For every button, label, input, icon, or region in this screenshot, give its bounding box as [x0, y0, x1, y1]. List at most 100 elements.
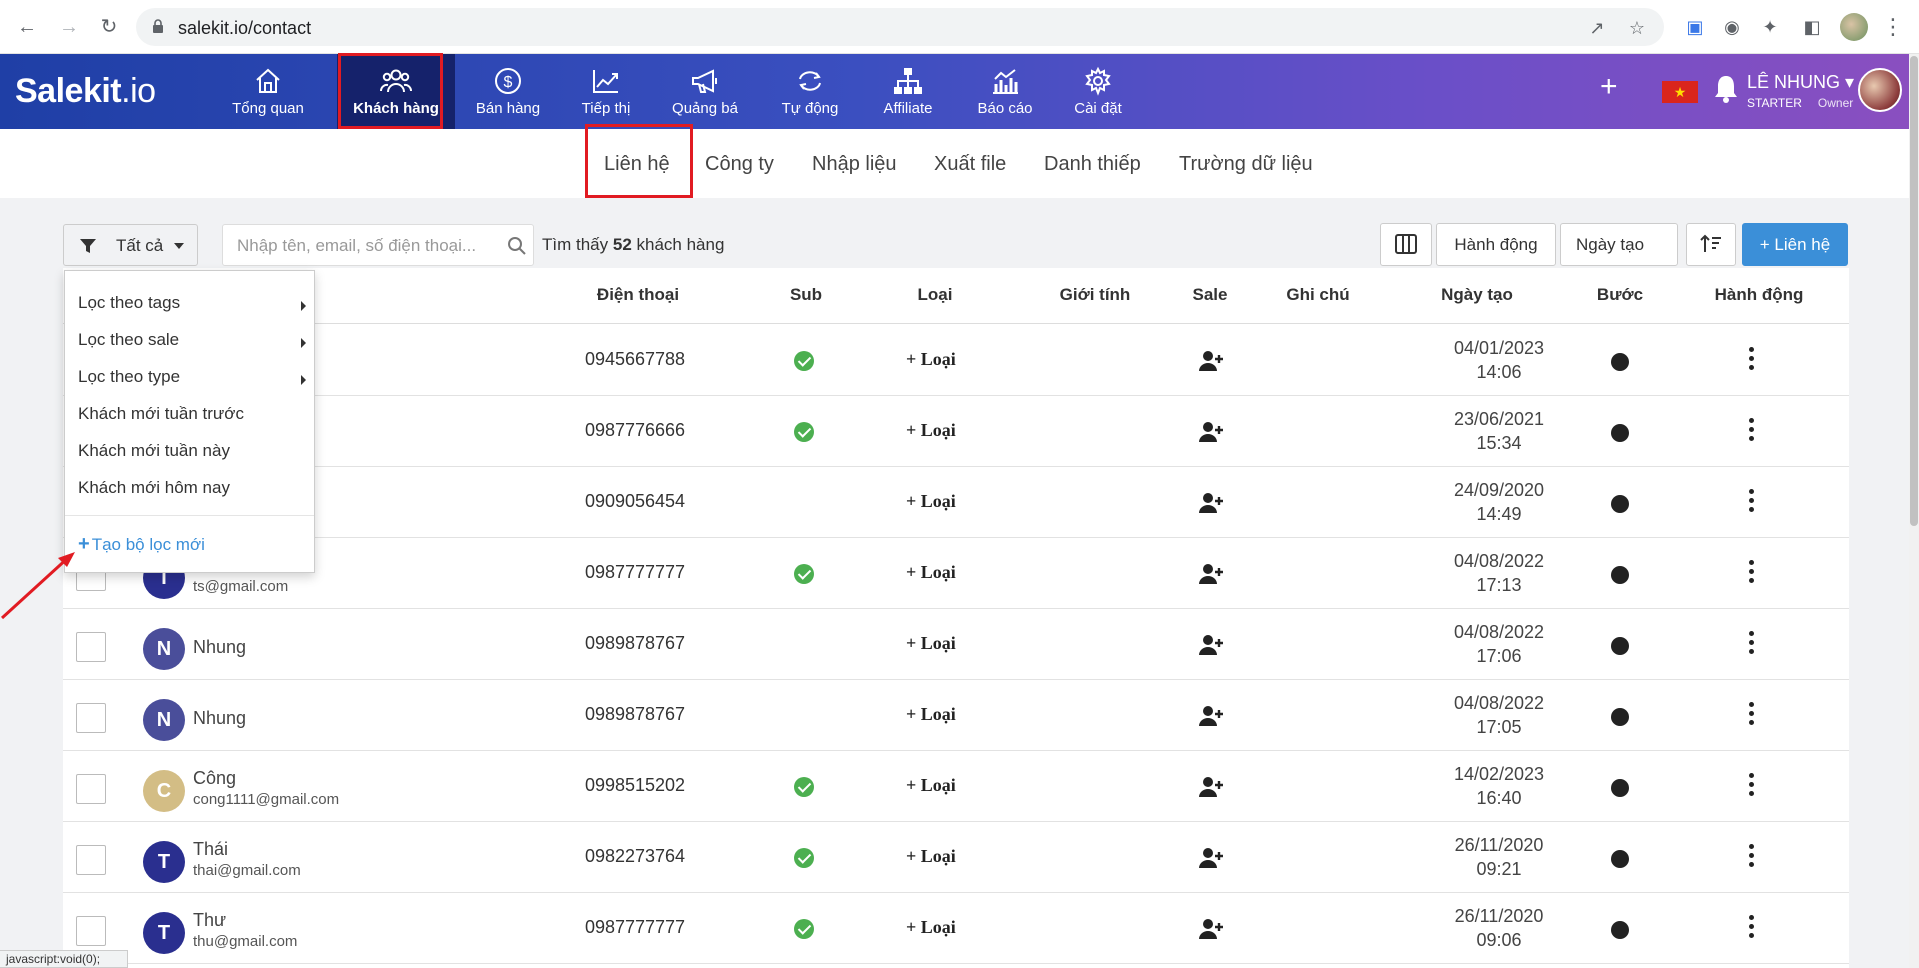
more-options-icon[interactable]	[1749, 347, 1755, 373]
vietnam-flag-icon[interactable]: ★	[1662, 81, 1698, 103]
reload-icon[interactable]: ↻	[96, 14, 122, 40]
table-row[interactable]: N Nhung 0989878767 + Loại 04/08/2022 17:06	[63, 609, 1849, 680]
table-row[interactable]: ail.com0945667788+ Loại04/01/202314:06	[63, 325, 1849, 396]
add-type-button[interactable]: + Loại	[906, 633, 956, 654]
add-type-button[interactable]: + Loại	[906, 420, 956, 441]
bell-icon[interactable]	[1712, 72, 1740, 106]
scrollbar-thumb[interactable]	[1910, 56, 1918, 526]
add-user-icon[interactable]	[1198, 563, 1224, 585]
columns-button[interactable]	[1380, 223, 1432, 266]
avatar[interactable]: C	[143, 770, 185, 812]
avatar[interactable]: N	[143, 699, 185, 741]
avatar[interactable]: T	[143, 841, 185, 883]
search-icon[interactable]	[507, 236, 527, 256]
nav-quang-ba[interactable]: Quảng bá	[655, 54, 755, 129]
table-row[interactable]: N Nhung 0989878767 + Loại 04/08/2022 17:05	[63, 680, 1849, 751]
more-options-icon[interactable]	[1749, 418, 1755, 444]
step-dot[interactable]	[1611, 850, 1629, 868]
row-checkbox[interactable]	[76, 845, 106, 875]
add-user-icon[interactable]	[1198, 421, 1224, 443]
menu-item-filter-tags[interactable]: Lọc theo tags	[78, 293, 180, 313]
more-options-icon[interactable]	[1749, 773, 1755, 799]
more-options-icon[interactable]	[1749, 702, 1755, 728]
col-note[interactable]: Ghi chú	[1286, 285, 1349, 305]
add-user-icon[interactable]	[1198, 847, 1224, 869]
step-dot[interactable]	[1611, 495, 1629, 513]
search-input[interactable]	[237, 235, 497, 257]
menu-item-today[interactable]: Khách mới hôm nay	[78, 478, 230, 498]
browser-profile-avatar[interactable]	[1840, 13, 1868, 41]
menu-item-filter-sale[interactable]: Lọc theo sale	[78, 330, 179, 350]
table-row[interactable]: C Công cong1111@gmail.com 0998515202 + Loại 1…	[63, 751, 1849, 822]
tab-cong-ty[interactable]: Công ty	[705, 153, 774, 176]
more-options-icon[interactable]	[1749, 489, 1755, 515]
menu-item-this-week[interactable]: Khách mới tuần này	[78, 441, 230, 461]
forward-icon[interactable]: →	[56, 14, 82, 40]
add-icon[interactable]: +	[1600, 72, 1618, 102]
more-options-icon[interactable]	[1749, 844, 1755, 870]
tab-xuat-file[interactable]: Xuất file	[934, 153, 1006, 176]
share-icon[interactable]: ↗	[1586, 17, 1608, 39]
add-user-icon[interactable]	[1198, 918, 1224, 940]
add-type-button[interactable]: + Loại	[906, 846, 956, 867]
col-created[interactable]: Ngày tạo	[1441, 285, 1513, 305]
add-user-icon[interactable]	[1198, 776, 1224, 798]
row-checkbox[interactable]	[76, 632, 106, 662]
row-checkbox[interactable]	[76, 703, 106, 733]
browser-menu-icon[interactable]: ⋮	[1882, 14, 1904, 40]
row-checkbox[interactable]	[76, 916, 106, 946]
back-icon[interactable]: ←	[14, 14, 40, 40]
camera-icon[interactable]: ◉	[1720, 15, 1744, 39]
add-user-icon[interactable]	[1198, 492, 1224, 514]
table-row[interactable]: Tts@gmail.com 0987777777 + Loại 04/08/2022 1…	[63, 538, 1849, 609]
user-name[interactable]: LÊ NHUNG ▾	[1747, 72, 1854, 93]
add-user-icon[interactable]	[1198, 350, 1224, 372]
menu-item-last-week[interactable]: Khách mới tuần trước	[78, 404, 244, 424]
col-step[interactable]: Bước	[1597, 285, 1643, 305]
tab-truong-du-lieu[interactable]: Trường dữ liệu	[1179, 153, 1313, 176]
tab-nhap-lieu[interactable]: Nhập liệu	[812, 153, 897, 176]
address-bar[interactable]: salekit.io/contact ↗ ☆	[136, 8, 1664, 46]
add-type-button[interactable]: + Loại	[906, 491, 956, 512]
col-action[interactable]: Hành động	[1715, 285, 1804, 305]
puzzle-icon[interactable]: ✦	[1758, 15, 1782, 39]
add-contact-button[interactable]: + Liên hệ	[1742, 223, 1848, 266]
add-type-button[interactable]: + Loại	[906, 917, 956, 938]
add-type-button[interactable]: + Loại	[906, 775, 956, 796]
more-options-icon[interactable]	[1749, 915, 1755, 941]
step-dot[interactable]	[1611, 921, 1629, 939]
step-dot[interactable]	[1611, 424, 1629, 442]
filter-button[interactable]: Tất cả	[63, 224, 198, 266]
step-dot[interactable]	[1611, 637, 1629, 655]
contact-name[interactable]: Nhung	[193, 637, 246, 658]
nav-tiep-thi[interactable]: Tiếp thị	[556, 54, 656, 129]
sort-select[interactable]: Ngày tạo	[1560, 223, 1678, 266]
step-dot[interactable]	[1611, 708, 1629, 726]
step-dot[interactable]	[1611, 566, 1629, 584]
user-avatar[interactable]	[1858, 68, 1902, 112]
table-row[interactable]: om0987776666+ Loại23/06/202115:34	[63, 396, 1849, 467]
nav-bao-cao[interactable]: Báo cáo	[955, 54, 1055, 129]
col-gender[interactable]: Giới tính	[1060, 285, 1131, 305]
bookmark-star-icon[interactable]: ☆	[1626, 17, 1648, 39]
nav-tu-dong[interactable]: Tự động	[760, 54, 860, 129]
extension-icon[interactable]: ▣	[1683, 15, 1707, 39]
add-user-icon[interactable]	[1198, 634, 1224, 656]
table-row[interactable]: 0909056454 + Loại 24/09/2020 14:49	[63, 467, 1849, 538]
more-options-icon[interactable]	[1749, 560, 1755, 586]
sidepanel-icon[interactable]: ◧	[1800, 15, 1824, 39]
page-scrollbar[interactable]	[1909, 54, 1919, 968]
nav-affiliate[interactable]: Affiliate	[858, 54, 958, 129]
add-type-button[interactable]: + Loại	[906, 349, 956, 370]
nav-cai-dat[interactable]: Cài đặt	[1048, 54, 1148, 129]
create-filter-link[interactable]: + Tạo bộ lọc mới	[78, 533, 205, 556]
avatar[interactable]: T	[143, 912, 185, 954]
contact-name[interactable]: Công	[193, 768, 236, 789]
row-checkbox[interactable]	[76, 774, 106, 804]
menu-item-filter-type[interactable]: Lọc theo type	[78, 367, 180, 387]
col-sub[interactable]: Sub	[790, 285, 822, 305]
col-phone[interactable]: Điện thoại	[597, 285, 679, 305]
contact-name[interactable]: Thư	[193, 910, 226, 931]
add-user-icon[interactable]	[1198, 705, 1224, 727]
step-dot[interactable]	[1611, 353, 1629, 371]
